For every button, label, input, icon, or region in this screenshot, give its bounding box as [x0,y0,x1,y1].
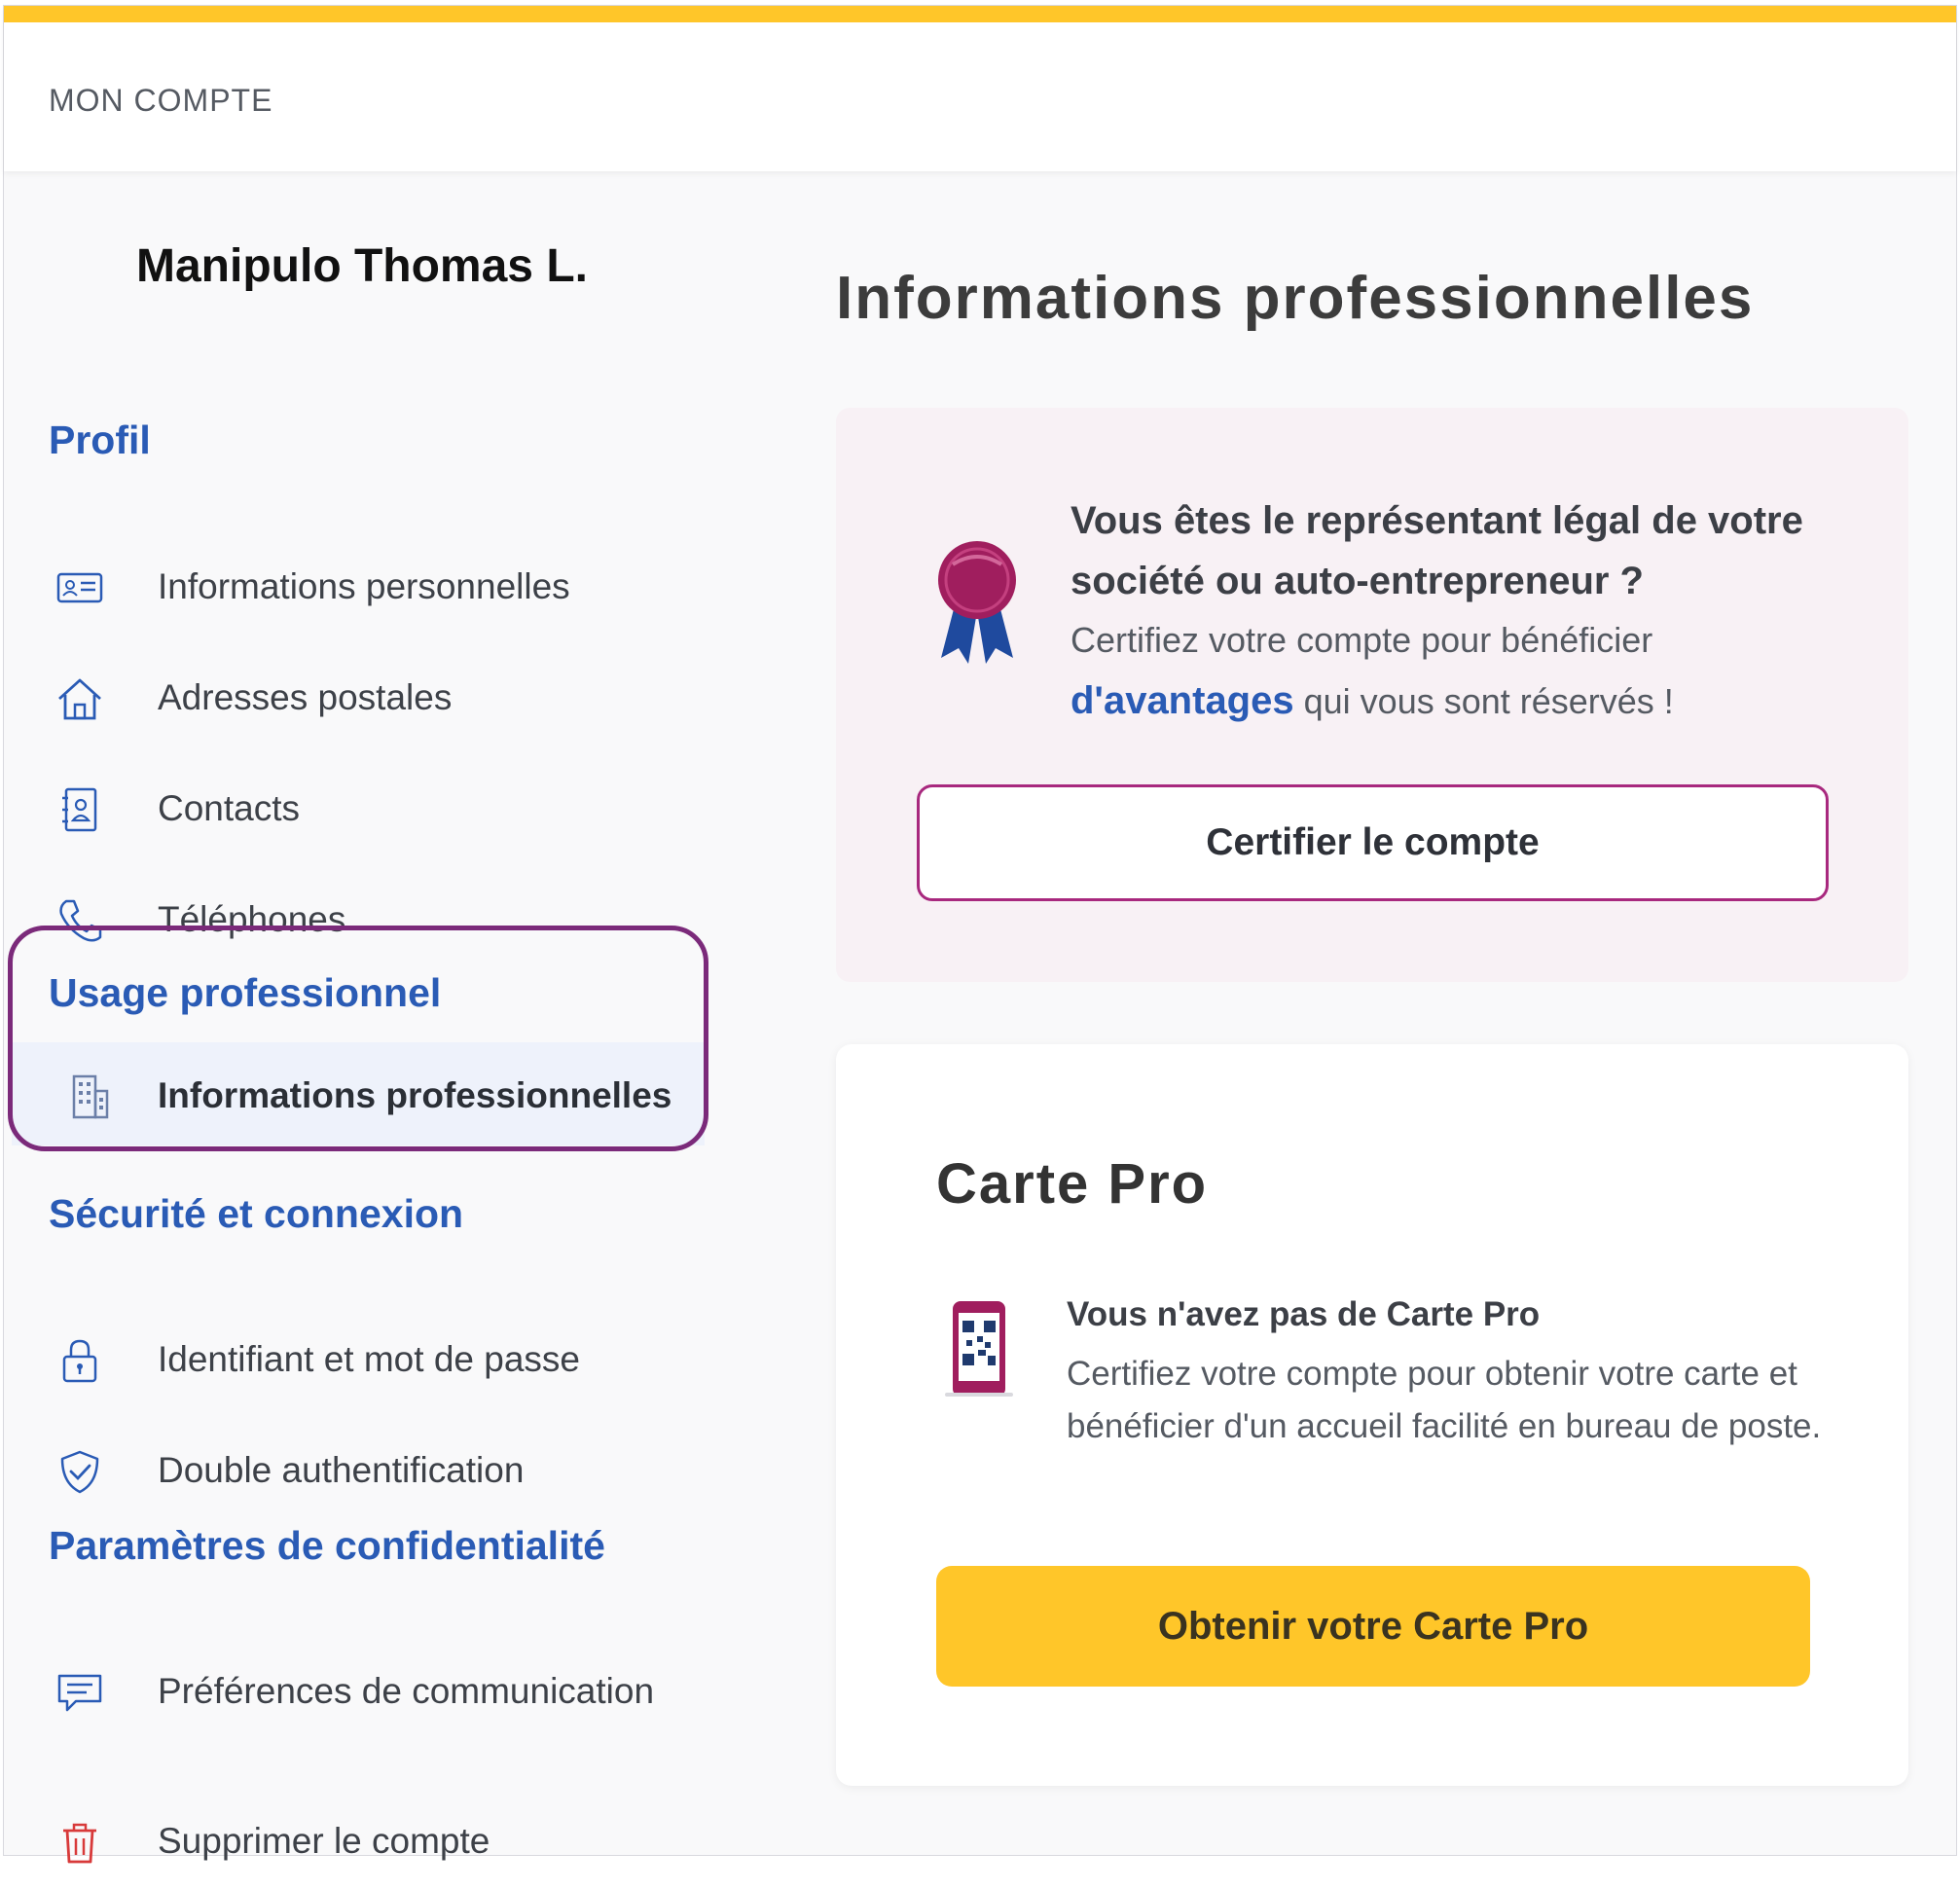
section-title-usage-professionnel: Usage professionnel [49,970,442,1015]
page-header-title: MON COMPTE [49,83,273,118]
get-carte-pro-button[interactable]: Obtenir votre Carte Pro [936,1566,1810,1687]
avantages-link[interactable]: d'avantages [1071,679,1294,722]
app-window: MON COMPTE Manipulo Thomas L. Profil Inf… [3,5,1957,1864]
certify-heading: Vous êtes le représentant légal de votre… [1071,499,1803,602]
sidebar-item-label: Informations personnelles [158,566,570,606]
carte-pro-card: Carte Pro Vous n'avez pas de Carte Pro C… [836,1044,1908,1786]
message-icon [57,1674,102,1712]
carte-pro-description: Certifiez votre compte pour obtenir votr… [1067,1355,1822,1445]
top-bar: MON COMPTE [4,6,1956,171]
certify-desc-before: Certifiez votre compte pour bénéficier [1071,620,1653,660]
certify-account-button[interactable]: Certifier le compte [917,784,1829,901]
house-icon [58,678,101,720]
phone-qr-icon [945,1301,1013,1397]
certify-description: Certifiez votre compte pour bénéficier d… [1071,610,1849,732]
lock-icon [62,1339,97,1383]
sidebar-item-label: Identifiant et mot de passe [158,1339,580,1379]
sidebar-item-double-authentification[interactable]: Double authentification [4,1421,705,1518]
phone-icon [59,899,102,942]
sidebar-item-label: Double authentification [158,1450,525,1490]
sidebar-item-informations-personnelles[interactable]: Informations personnelles [4,537,705,635]
carte-pro-subtitle: Vous n'avez pas de Carte Pro [1067,1295,1541,1333]
sidebar-item-label: Préférences de communication [158,1671,655,1711]
sidebar-item-label: Informations professionnelles [158,1075,672,1115]
sidebar-item-informations-professionnelles[interactable]: Informations professionnelles [12,1042,705,1145]
user-name: Manipulo Thomas L. [136,240,588,292]
trash-icon [63,1823,96,1864]
sidebar-item-telephones[interactable]: Téléphones [4,870,705,967]
sidebar-item-label: Téléphones [158,899,346,939]
sidebar-item-preferences-communication[interactable]: Préférences de communication [4,1642,705,1739]
sidebar-item-identifiant-mot-de-passe[interactable]: Identifiant et mot de passe [4,1310,705,1407]
certify-desc-after: qui vous sont réservés ! [1303,681,1674,721]
delete-account-label: Supprimer le compte [158,1821,490,1861]
sidebar-item-label: Adresses postales [158,677,453,717]
carte-pro-title: Carte Pro [936,1152,1209,1216]
certify-card: Vous êtes le représentant légal de votre… [836,408,1908,982]
award-ribbon-icon [938,541,1016,664]
shield-check-icon [60,1450,99,1494]
delete-account-button[interactable]: Supprimer le compte [4,1792,705,1889]
section-title-confidentialite: Paramètres de confidentialité [49,1523,605,1568]
page-title: Informations professionnelles [836,265,1755,332]
sidebar-item-adresses-postales[interactable]: Adresses postales [4,648,705,745]
section-title-profil: Profil [49,418,151,462]
sidebar-item-contacts[interactable]: Contacts [4,759,705,856]
id-card-icon [56,572,103,603]
sidebar: Manipulo Thomas L. Profil Informations p… [4,171,744,1864]
sidebar-item-label: Contacts [158,788,301,828]
building-icon [72,1074,109,1119]
section-title-securite: Sécurité et connexion [49,1191,464,1236]
contact-book-icon [62,787,97,832]
